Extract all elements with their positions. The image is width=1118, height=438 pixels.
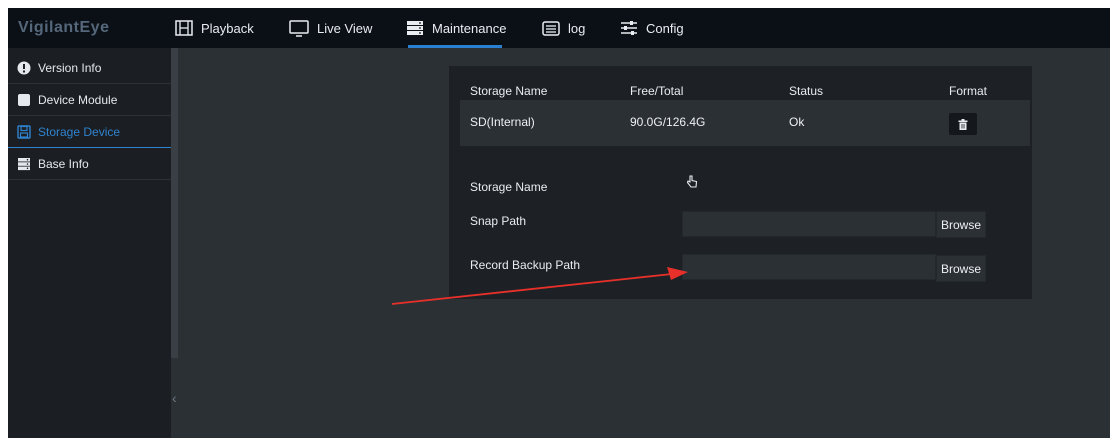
storage-name-label: Storage Name (470, 180, 548, 194)
sidebar-item-label: Base Info (38, 156, 89, 171)
nav-maintenance[interactable]: Maintenance (406, 8, 506, 48)
nav-label: Playback (201, 20, 254, 36)
record-backup-path-label: Record Backup Path (470, 258, 581, 272)
sidebar-item-storage-device[interactable]: Storage Device (8, 116, 171, 148)
server-icon (407, 21, 423, 35)
sidebar-item-label: Version Info (38, 60, 102, 75)
brand-logo: VigilantEye (18, 19, 110, 36)
nav-config[interactable]: Config (620, 8, 684, 48)
record-backup-path-input[interactable] (682, 254, 936, 280)
app-window: VigilantEye Playback Live View Maintenan… (8, 8, 1110, 438)
nav-playback[interactable]: Playback (175, 8, 254, 48)
hand-pointer-icon (686, 175, 698, 188)
table-row: SD(Internal) 90.0G/126.4G Ok (460, 100, 1030, 146)
storage-name-selector[interactable] (686, 175, 698, 191)
sidebar-item-base-info[interactable]: Base Info (8, 148, 171, 180)
sidebar-item-version-info[interactable]: Version Info (8, 52, 171, 84)
storage-panel: Storage Name Free/Total Status Format SD… (449, 66, 1032, 299)
sliders-icon (621, 21, 637, 35)
status-cell: Ok (789, 115, 805, 129)
free-total-cell: 90.0G/126.4G (630, 115, 706, 129)
record-backup-browse-button[interactable]: Browse (936, 255, 986, 282)
nav-live-view[interactable]: Live View (289, 8, 372, 48)
col-header-free-total: Free/Total (630, 84, 684, 98)
storage-name-cell: SD(Internal) (470, 115, 535, 129)
sidebar-item-device-module[interactable]: Device Module (8, 84, 171, 116)
floppy-icon (17, 124, 31, 139)
col-header-storage-name: Storage Name (470, 84, 548, 98)
nav-label: log (568, 20, 586, 36)
sidebar: Version Info Device Module Storage Devic… (8, 48, 171, 438)
nav-log[interactable]: log (542, 8, 585, 48)
sidebar-item-label: Storage Device (38, 124, 121, 139)
col-header-status: Status (789, 84, 824, 98)
sidebar-scrollbar[interactable] (171, 48, 178, 358)
server-icon (18, 157, 30, 170)
film-icon (175, 20, 193, 36)
nav-label: Maintenance (432, 20, 507, 36)
list-icon (542, 20, 560, 36)
nav-label: Live View (317, 20, 373, 36)
collapse-sidebar-icon[interactable]: ‹ (172, 390, 177, 406)
snap-path-input[interactable] (682, 211, 936, 237)
sidebar-item-label: Device Module (38, 92, 118, 107)
top-nav-bar: VigilantEye Playback Live View Maintenan… (8, 8, 1110, 48)
trash-icon (958, 118, 968, 130)
square-icon (18, 93, 30, 106)
nav-label: Config (646, 20, 684, 36)
format-button[interactable] (949, 113, 977, 135)
monitor-icon (289, 19, 309, 37)
snap-path-browse-button[interactable]: Browse (936, 211, 986, 238)
col-header-format: Format (949, 84, 988, 98)
snap-path-label: Snap Path (470, 214, 527, 228)
info-icon (17, 61, 31, 74)
